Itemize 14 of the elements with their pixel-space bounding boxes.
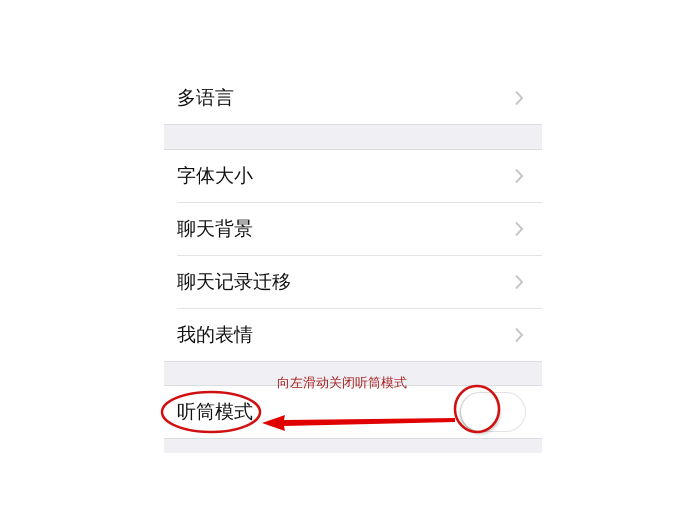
highlight-circle <box>454 384 500 434</box>
chevron-right-icon <box>514 327 524 343</box>
settings-row[interactable]: 聊天记录迁移 <box>177 255 542 308</box>
toggle-switch[interactable] <box>460 392 526 432</box>
chevron-right-icon <box>514 274 524 290</box>
row-label: 听筒模式 <box>177 400 253 425</box>
annotation-note: 向左滑动关闭听筒模式 <box>277 375 407 392</box>
chevron-right-icon <box>514 221 524 237</box>
settings-row[interactable]: 字体大小 <box>164 150 542 202</box>
settings-row[interactable]: 聊天背景 <box>177 202 542 255</box>
chevron-right-icon <box>514 90 524 106</box>
arrow-icon <box>262 415 455 431</box>
settings-row[interactable]: 多语言 <box>164 72 542 124</box>
chevron-right-icon <box>514 168 524 184</box>
